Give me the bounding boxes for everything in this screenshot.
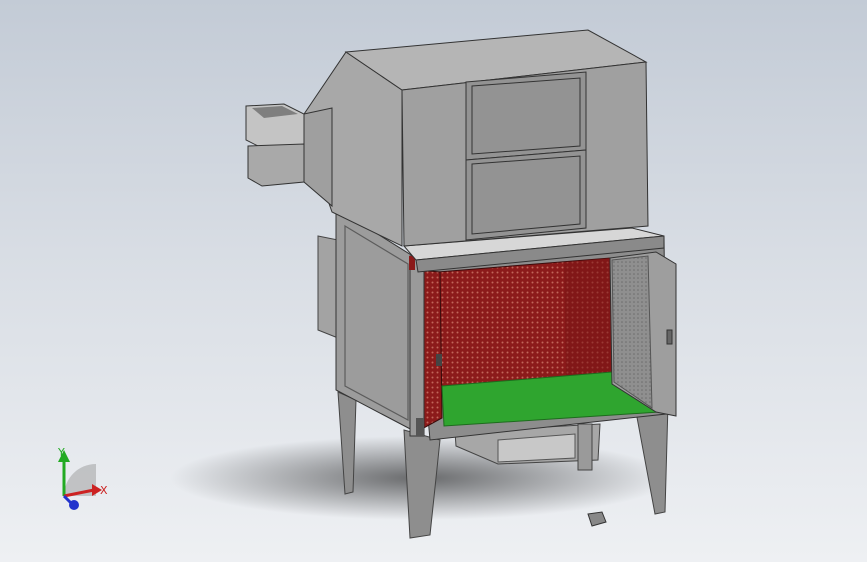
cad-viewport[interactable]: Y X — [0, 0, 867, 562]
loose-part — [587, 511, 607, 527]
filter-right-wall — [564, 258, 612, 382]
coordinate-triad: Y X — [57, 446, 108, 510]
side-control-box — [317, 235, 339, 339]
model-scene[interactable]: Y X — [0, 0, 867, 562]
inlet-duct — [245, 103, 333, 208]
triad-x-label: X — [100, 484, 108, 497]
triad-y-label: Y — [57, 446, 65, 459]
upper-hood — [299, 29, 649, 247]
